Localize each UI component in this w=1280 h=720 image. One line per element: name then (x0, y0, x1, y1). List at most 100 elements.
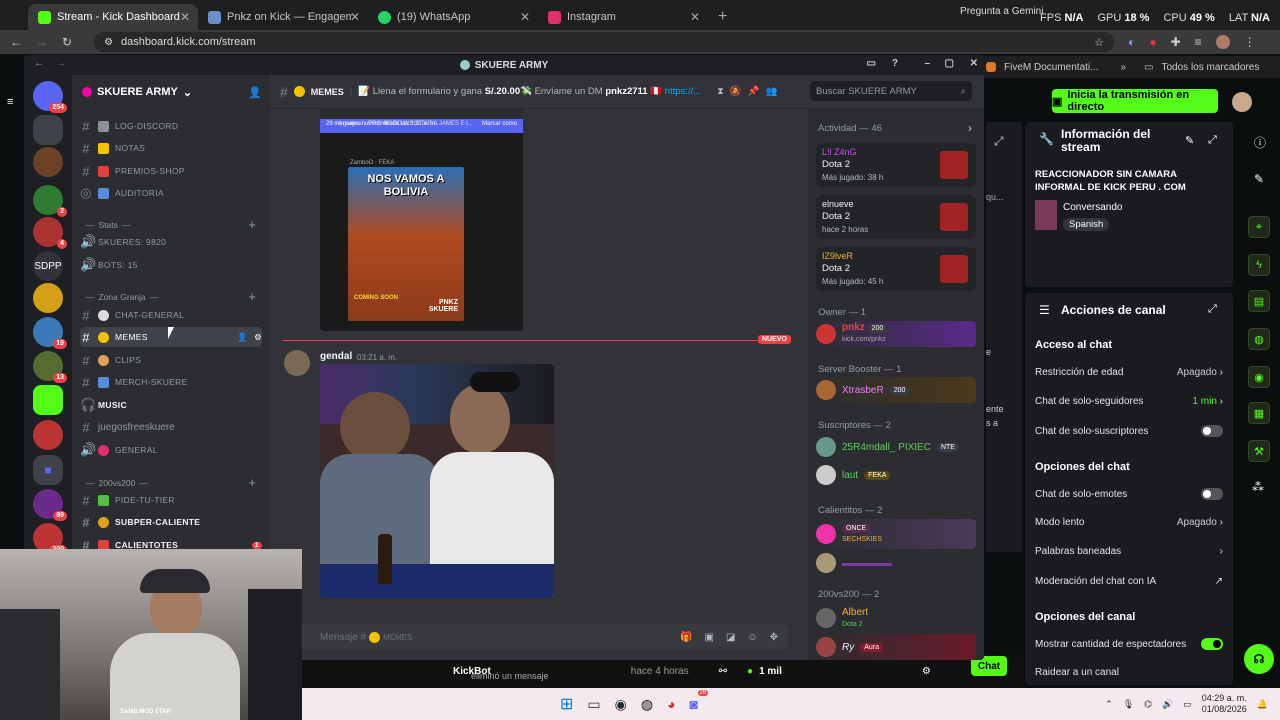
target-icon[interactable]: ⌖ (1248, 216, 1270, 238)
minimize-icon[interactable]: – (924, 58, 930, 69)
site-info-icon[interactable]: ⚙ (104, 37, 113, 48)
gift-icon[interactable]: 🎁 (680, 632, 692, 643)
bookmark-all[interactable]: Todos los marcadores (1162, 62, 1260, 73)
member-sub[interactable]: 25R4mdall_ PIXIEC NTE (816, 434, 976, 460)
network-icon[interactable]: ⌬ (1144, 699, 1152, 710)
close-icon[interactable]: ✕ (690, 10, 700, 24)
more-icon[interactable]: ⋮ (1244, 35, 1256, 49)
user-avatar[interactable] (1232, 92, 1252, 112)
grid-icon[interactable]: ▦ (1248, 402, 1270, 424)
menu-icon[interactable]: ≡ (7, 96, 13, 108)
server-icon[interactable] (33, 115, 63, 145)
members-icon[interactable]: 👥 (766, 86, 778, 97)
attachment-poster-image[interactable]: 29 mensajes nuevos desde las 3:21 a. m. M… (320, 109, 523, 331)
member-vs[interactable]: Albert Dota 2 (816, 603, 976, 633)
channel-merch-skuere[interactable]: # MERCH-SKUERE (80, 372, 262, 392)
threads-icon[interactable]: ⧗ (717, 86, 724, 97)
start-stream-button[interactable]: ▣ Inicia la transmisión en directo (1052, 89, 1218, 113)
kick-server-icon[interactable] (33, 385, 63, 415)
banned-words-row[interactable]: Palabras baneadas › (1035, 546, 1223, 557)
back-icon[interactable]: ← (10, 35, 22, 49)
channel-general[interactable]: 🔊 GENERAL (80, 440, 262, 460)
search-input[interactable]: Buscar SKUERE ARMY ⌕ (810, 81, 972, 101)
emotes-only-row[interactable]: Chat de solo-emotes (1035, 488, 1223, 500)
close-icon[interactable]: ✕ (350, 10, 360, 24)
wrench-icon[interactable]: ⚒ (1248, 440, 1270, 462)
emotes-only-toggle[interactable] (1201, 488, 1223, 500)
apps-icon[interactable]: ✥ (770, 632, 778, 643)
pin-icon[interactable]: 📌 (748, 86, 760, 97)
channel-notas[interactable]: # NOTAS (80, 138, 262, 158)
maximize-icon[interactable]: ▢ (945, 58, 954, 69)
server-name-header[interactable]: SKUERE ARMY ⌄ 👤 (82, 80, 262, 104)
tab-instagram[interactable]: Instagram ✕ (538, 4, 708, 30)
activity-card[interactable]: elnueve Dota 2 hace 2 horas (816, 195, 976, 239)
puzzle-icon[interactable]: ✚ (1171, 35, 1181, 49)
server-icon[interactable] (33, 420, 63, 450)
member-calientito[interactable]: ONCE SECHSKIES (816, 519, 976, 549)
url-field[interactable]: ⚙ dashboard.kick.com/stream ☆ (94, 32, 1115, 52)
info-icon[interactable]: ⓘ (1254, 134, 1266, 151)
file-explorer-icon[interactable]: ▭ (587, 696, 600, 713)
activity-card[interactable]: L!l Z4nG Dota 2 Más jugado: 38 h (816, 143, 976, 187)
category-200vs200[interactable]: —200vs200— + (86, 475, 256, 490)
windows-start-icon[interactable]: ⊞ (560, 694, 573, 714)
member-owner[interactable]: pnkz 200 kick.com/pnkz (816, 321, 976, 347)
channel-clips[interactable]: # CLIPS (80, 350, 262, 370)
followers-only-row[interactable]: Chat de solo-seguidores 1 min › (1035, 396, 1223, 407)
member-sub[interactable]: laut FEKA (816, 462, 976, 488)
forward-icon[interactable]: → (36, 35, 48, 49)
sticker-icon[interactable]: ◪ (726, 632, 735, 643)
mute-bell-icon[interactable]: 🔕 (730, 86, 742, 97)
tab-pnkz-kick[interactable]: Pnkz on Kick — Engagement A ✕ (198, 4, 368, 30)
pencil-icon[interactable]: ✎ (1254, 172, 1264, 186)
raid-row[interactable]: Raidear a un canal (1035, 667, 1223, 678)
channel-chat-general[interactable]: # CHAT-GENERAL (80, 305, 262, 325)
subs-only-toggle[interactable] (1201, 425, 1223, 437)
gif-icon[interactable]: ▣ (704, 632, 713, 643)
channel-pide-tu-tier[interactable]: # PIDE-TU-TIER (80, 490, 262, 510)
age-restriction-row[interactable]: Restricción de edad Apagado › (1035, 367, 1223, 378)
gemini-button[interactable]: Pregunta a Gemini (960, 6, 1043, 17)
expand-icon[interactable]: ⤢ (1208, 134, 1217, 147)
profile-avatar[interactable] (1215, 35, 1230, 49)
chat-bubble-icon[interactable]: ◍ (1248, 328, 1270, 350)
bookmark-star-icon[interactable]: ☆ (1094, 36, 1104, 49)
settings-icon[interactable]: ⚙ (922, 666, 931, 677)
channel-music[interactable]: 🎧 MUSIC (80, 395, 262, 415)
volume-icon[interactable]: 🔊 (1162, 699, 1173, 710)
slow-mode-row[interactable]: Modo lento Apagado › (1035, 517, 1223, 528)
message-author[interactable]: gendal (320, 351, 352, 362)
bookmark-fivem[interactable]: FiveM Documentati... (1004, 62, 1098, 73)
close-icon[interactable]: ✕ (180, 10, 190, 24)
channel-log-discord[interactable]: # LOG-DISCORD (80, 116, 262, 136)
mic-icon[interactable]: 🎙 (1123, 699, 1134, 710)
tab-kick-dashboard[interactable]: Stream - Kick Dashboard ✕ (28, 4, 198, 30)
bolt-icon[interactable]: ϟ (1248, 254, 1270, 276)
avatar[interactable] (284, 350, 310, 376)
channel-skueres[interactable]: 🔊 SKUERES: 9820 (80, 232, 262, 252)
steam-icon[interactable]: ◉ (615, 696, 627, 713)
chevron-right-icon[interactable]: › (968, 121, 972, 135)
server-icon[interactable]: 19 (33, 317, 67, 349)
new-tab-button[interactable]: + (708, 4, 737, 30)
subs-only-row[interactable]: Chat de solo-suscriptores (1035, 425, 1223, 437)
discord-taskbar-icon[interactable]: ◙ 26 (690, 690, 709, 712)
member-vs[interactable]: Ry Aura (816, 634, 976, 660)
reload-icon[interactable]: ↻ (62, 35, 72, 49)
server-icon[interactable] (33, 283, 63, 313)
server-icon[interactable]: 89 (33, 489, 67, 521)
nodes-icon[interactable]: ⁂ (1252, 480, 1264, 494)
chrome-icon[interactable]: ◕ (667, 696, 675, 712)
battery-icon[interactable]: ▭ (1183, 699, 1192, 710)
category-stats[interactable]: — Stats — + (86, 217, 256, 232)
message-input[interactable]: Mensaje # MEMES 🎁 ▣ ◪ ☺ ✥ (282, 624, 788, 650)
clipboard-icon[interactable]: ▤ (1248, 290, 1270, 312)
channel-auditoria[interactable]: ◎ AUDITORIA (80, 183, 262, 203)
app-icon[interactable]: ◍ (641, 696, 653, 713)
attachment-photo-image[interactable] (320, 364, 554, 598)
folder-icon[interactable]: ■ (33, 455, 63, 485)
back-icon[interactable]: ← (34, 58, 44, 69)
show-viewers-toggle[interactable] (1201, 638, 1223, 650)
notifications-icon[interactable]: 🔔 (1257, 699, 1268, 710)
